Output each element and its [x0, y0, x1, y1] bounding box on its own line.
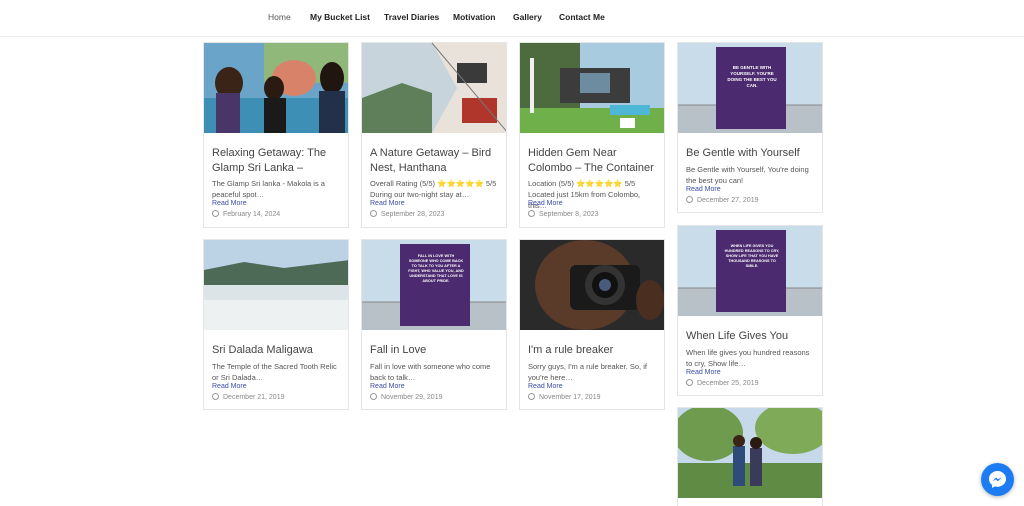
read-more-link[interactable]: Read More [212, 200, 247, 207]
nav-my-bucket-list[interactable]: My Bucket List [310, 12, 370, 22]
nav-contact-me[interactable]: Contact Me [559, 12, 605, 22]
post-excerpt: Sorry guys, I'm a rule breaker. So, if y… [528, 362, 647, 382]
post-excerpt: Fall in love with someone who come back … [370, 362, 491, 382]
messenger-chat-button[interactable] [981, 463, 1014, 496]
post-date-text: November 17, 2019 [539, 394, 601, 401]
post-date-text: February 14, 2024 [223, 211, 281, 218]
read-more-link[interactable]: Read More [370, 383, 405, 390]
post-date: February 14, 2024 [212, 210, 280, 218]
clock-icon [528, 393, 535, 400]
clock-icon [528, 210, 535, 217]
mountain-cabin-photo[interactable] [362, 43, 506, 133]
post-date: September 28, 2023 [370, 210, 444, 218]
post-date: September 8, 2023 [528, 210, 599, 218]
post-date: November 17, 2019 [528, 393, 600, 401]
nav-motivation[interactable]: Motivation [453, 12, 496, 22]
read-more-link[interactable]: Read More [212, 383, 247, 390]
poster-text: BE GENTLE WITH YOURSELF. YOU'RE DOING TH… [727, 65, 777, 88]
poster-text: WHEN LIFE GIVES YOU HUNDRED REASONS TO C… [724, 244, 780, 268]
post-title[interactable]: Relaxing Getaway: The Glamp Sri Lanka – [212, 146, 342, 176]
couple-photo[interactable] [678, 408, 822, 498]
nav-gallery[interactable]: Gallery [513, 12, 542, 22]
post-excerpt: Be Gentle with Yourself, You're doing th… [686, 165, 809, 185]
post-date-text: December 21, 2019 [223, 394, 285, 401]
post-excerpt: When life gives you hundred reasons to c… [686, 348, 810, 368]
post-date: November 29, 2019 [370, 393, 442, 401]
lake-photo[interactable] [204, 240, 348, 330]
post-card: WHEN LIFE GIVES YOU HUNDRED REASONS TO C… [677, 225, 823, 396]
top-navigation: Home My Bucket List Travel Diaries Motiv… [0, 0, 1024, 37]
read-more-link[interactable]: Read More [528, 383, 563, 390]
clock-icon [686, 196, 693, 203]
clock-icon [686, 379, 693, 386]
post-card: BE GENTLE WITH YOURSELF. YOU'RE DOING TH… [677, 42, 823, 213]
post-card: Relaxing Getaway: The Glamp Sri Lanka – … [203, 42, 349, 228]
camera-photo[interactable] [520, 240, 664, 330]
post-date-text: September 8, 2023 [539, 211, 599, 218]
clock-icon [370, 393, 377, 400]
pool-villa-photo[interactable] [520, 43, 664, 133]
clock-icon [370, 210, 377, 217]
friends-photo[interactable] [204, 43, 348, 133]
post-date-text: September 28, 2023 [381, 211, 445, 218]
post-title[interactable]: Hidden Gem Near Colombo – The Container [528, 146, 658, 176]
post-date-text: December 25, 2019 [697, 380, 759, 387]
post-date: December 21, 2019 [212, 393, 284, 401]
read-more-link[interactable]: Read More [686, 369, 721, 376]
post-card: FALL IN LOVE WITH SOMEONE WHO COME BACK … [361, 239, 507, 410]
post-card: Sri Dalada Maligawa The Temple of the Sa… [203, 239, 349, 410]
post-excerpt: The Temple of the Sacred Tooth Relic or … [212, 362, 337, 382]
nav-home[interactable]: Home [268, 12, 291, 22]
post-title[interactable]: Sri Dalada Maligawa [212, 343, 342, 358]
post-card [677, 407, 823, 506]
post-title[interactable]: A Nature Getaway – Bird Nest, Hanthana [370, 146, 500, 176]
post-title[interactable]: Fall in Love [370, 343, 500, 358]
read-more-link[interactable]: Read More [370, 200, 405, 207]
clock-icon [212, 393, 219, 400]
post-title[interactable]: I'm a rule breaker [528, 343, 658, 358]
post-date-text: November 29, 2019 [381, 394, 443, 401]
post-title[interactable]: Be Gentle with Yourself [686, 146, 816, 161]
post-title[interactable]: When Life Gives You [686, 329, 816, 344]
post-date: December 27, 2019 [686, 196, 758, 204]
post-card: I'm a rule breaker Sorry guys, I'm a rul… [519, 239, 665, 410]
clock-icon [212, 210, 219, 217]
poster-text: FALL IN LOVE WITH SOMEONE WHO COME BACK … [408, 254, 464, 283]
read-more-link[interactable]: Read More [528, 200, 563, 207]
post-card: A Nature Getaway – Bird Nest, Hanthana O… [361, 42, 507, 228]
post-date-text: December 27, 2019 [697, 197, 759, 204]
messenger-icon [988, 470, 1007, 489]
nav-travel-diaries[interactable]: Travel Diaries [384, 12, 439, 22]
post-excerpt: Overall Rating (5/5) ⭐⭐⭐⭐⭐ 5/5 During ou… [370, 179, 497, 199]
post-card: Hidden Gem Near Colombo – The Container … [519, 42, 665, 228]
read-more-link[interactable]: Read More [686, 186, 721, 193]
post-date: December 25, 2019 [686, 379, 758, 387]
post-excerpt: The Glamp Sri lanka - Makola is a peacef… [212, 179, 325, 199]
quote-poster[interactable] [678, 226, 822, 316]
